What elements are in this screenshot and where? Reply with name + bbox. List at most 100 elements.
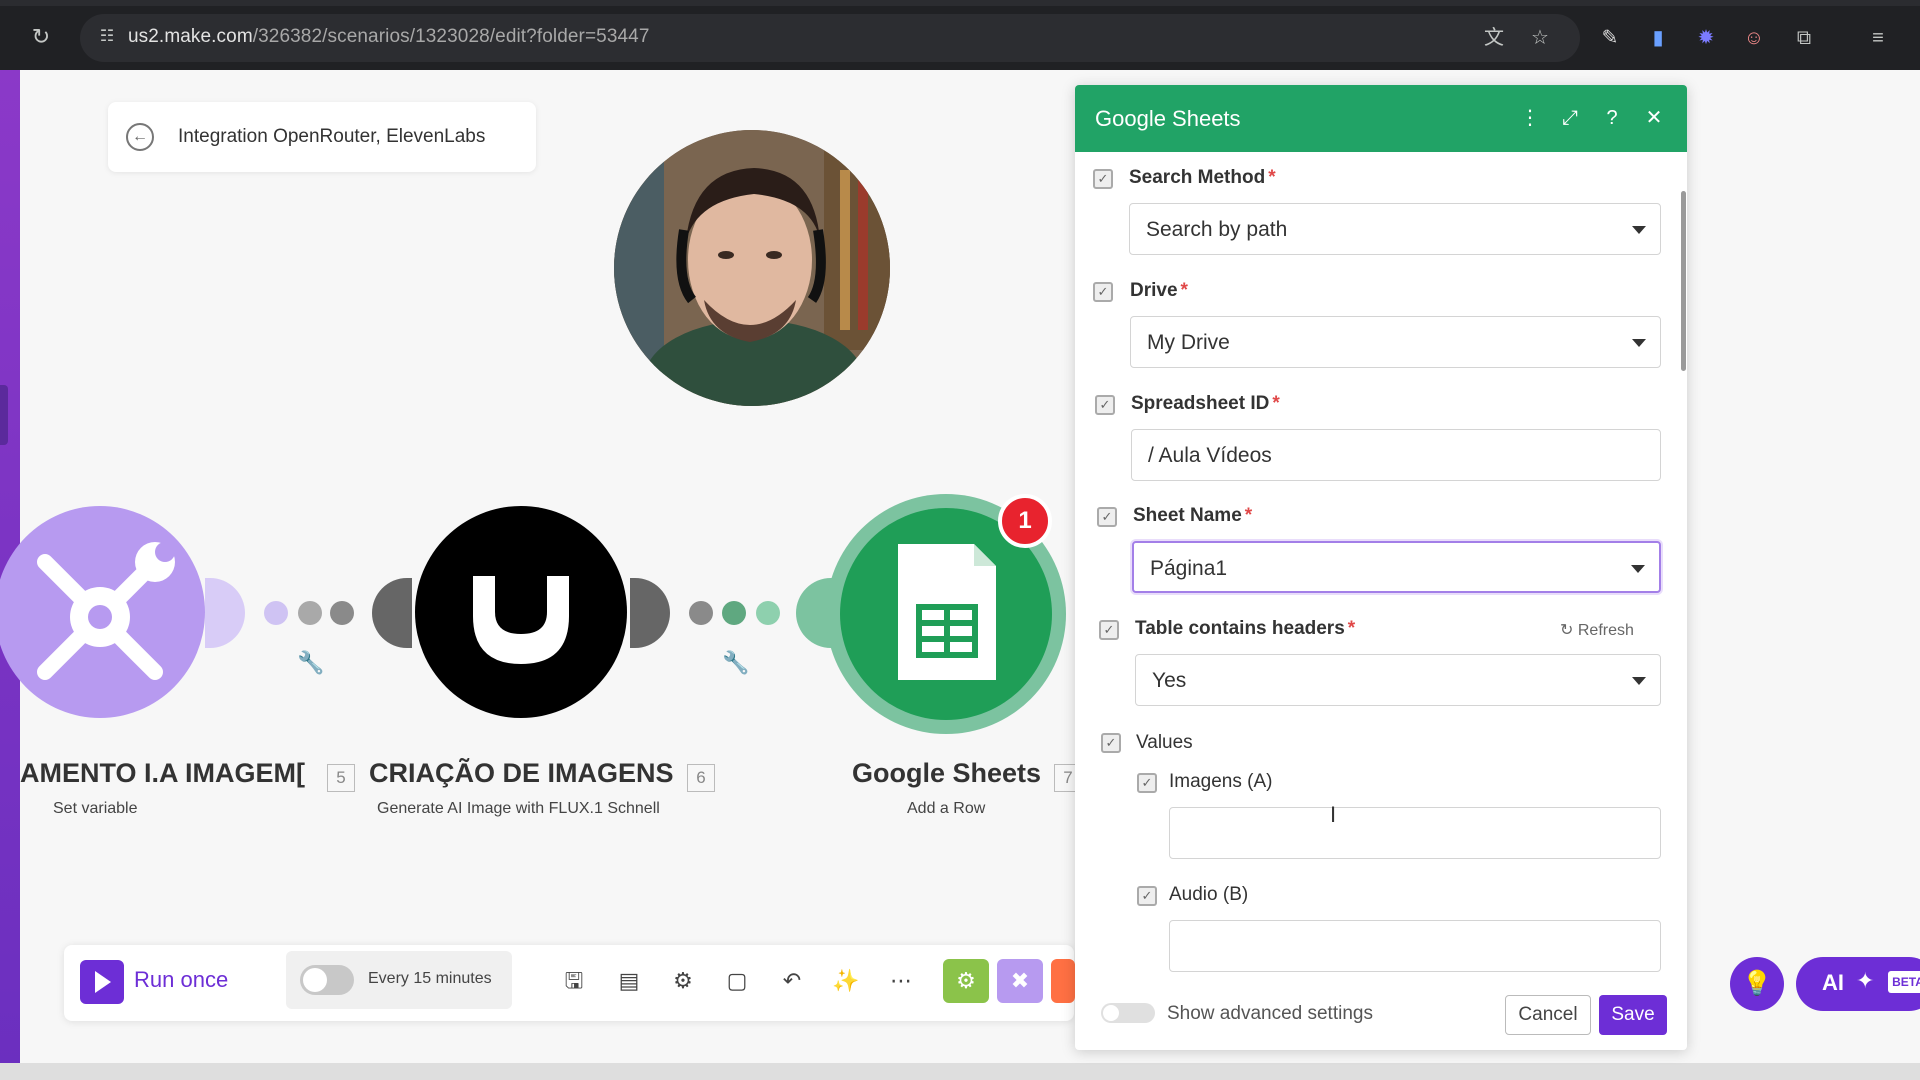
error-count-badge[interactable]: 1 [998,494,1052,548]
flow-control-icon[interactable]: ✖ [997,959,1043,1003]
kebab-menu-icon[interactable]: ⋮ [1515,103,1545,133]
close-icon[interactable]: ✕ [1639,103,1669,133]
back-arrow-icon[interactable]: ← [126,123,154,151]
notes-icon[interactable]: ▢ [720,964,754,998]
spreadsheet-id-value: / Aula Vídeos [1148,444,1272,467]
spreadsheet-id-field[interactable]: / Aula Vídeos [1131,429,1661,481]
taskbar-strip [0,1063,1920,1080]
field-mapping-checkbox[interactable]: ✓ [1137,886,1157,906]
extension-pen-icon[interactable]: ✎ [1596,24,1624,52]
text-cursor-icon: I [1330,802,1337,827]
extensions-puzzle-icon[interactable]: ⧉ [1790,24,1818,52]
field-mapping-checkbox[interactable]: ✓ [1137,773,1157,793]
more-icon[interactable]: ⋯ [884,964,918,998]
advanced-settings-label[interactable]: Show advanced settings [1167,1003,1373,1025]
tab-strip [0,0,1920,6]
field-mapping-checkbox[interactable]: ✓ [1099,620,1119,640]
panel-scrollbar[interactable] [1681,191,1686,371]
expand-icon[interactable]: ⤢ [1555,103,1585,133]
help-icon[interactable]: ? [1597,103,1627,133]
schedule-label[interactable]: Every 15 minutes [368,970,492,988]
ai-image-module[interactable] [415,506,627,718]
extension-avatar-icon[interactable]: ☺ [1740,24,1768,52]
openrouter-logo-icon [473,576,569,664]
webcam-overlay [614,130,890,406]
star-icon[interactable]: ☆ [1526,24,1554,52]
field-mapping-checkbox[interactable]: ✓ [1097,507,1117,527]
cancel-button[interactable]: Cancel [1505,995,1591,1035]
column-a-label: Imagens (A) [1169,771,1273,792]
refresh-button[interactable]: ↻ Refresh [1560,620,1634,640]
tools-module[interactable] [0,506,205,718]
site-info-icon[interactable]: ☷ [96,26,118,48]
field-mapping-checkbox[interactable]: ✓ [1101,733,1121,753]
tools-gear-icon[interactable]: ⚙ [943,959,989,1003]
chevron-down-icon [1632,226,1646,234]
panel-header: Google Sheets ⋮ ⤢ ? ✕ [1075,85,1687,152]
connector-dot [722,601,746,625]
save-icon[interactable]: 🖫 [557,964,591,998]
module-subtitle: Add a Row [907,800,986,817]
wrench-icon[interactable]: 🔧 [722,650,749,676]
text-parser-icon[interactable] [1051,959,1075,1003]
column-b-label: Audio (B) [1169,884,1249,905]
sheet-name-label: Sheet Name * [1133,505,1253,526]
schedule-toggle[interactable] [300,965,354,995]
module-subtitle: Set variable [53,800,138,817]
drive-label: Drive * [1130,280,1188,301]
search-method-value: Search by path [1146,218,1288,241]
auto-align-icon[interactable]: ✨ [829,964,863,998]
drive-select[interactable]: My Drive [1130,316,1661,368]
module-subtitle: Generate AI Image with FLUX.1 Schnell [377,800,660,817]
connector-dot [689,601,713,625]
chevron-down-icon [1632,339,1646,347]
values-label: Values [1136,732,1193,753]
refresh-icon: ↻ [1560,622,1578,639]
search-method-select[interactable]: Search by path [1129,203,1661,255]
sidebar-collapse-handle[interactable] [0,385,8,445]
lightbulb-icon[interactable]: 💡 [1730,957,1784,1011]
module-title[interactable]: Google Sheets [852,758,1041,789]
sheet-name-value: Página1 [1150,557,1228,580]
sparkle-icon: ✦ [1856,968,1875,993]
table-headers-select[interactable]: Yes [1135,654,1661,706]
module-title[interactable]: AMENTO I.A IMAGEM[ [20,758,305,789]
connector-dot [756,601,780,625]
scenario-name[interactable]: Integration OpenRouter, ElevenLabs [178,126,485,148]
connector-dot [330,601,354,625]
column-b-input[interactable] [1169,920,1661,972]
advanced-settings-toggle[interactable] [1101,1003,1155,1023]
settings-icon[interactable]: ⚙ [666,964,700,998]
media-control-icon[interactable]: ≡ [1864,24,1892,52]
presenter-video-frame [614,130,890,406]
translate-icon[interactable]: 文 [1480,24,1508,52]
wrench-icon[interactable]: 🔧 [297,650,324,676]
scenario-breadcrumb: ← Integration OpenRouter, ElevenLabs [108,102,536,172]
module-title[interactable]: CRIAÇÃO DE IMAGENS [369,758,674,789]
run-once-button[interactable] [80,960,124,1004]
url-text[interactable]: us2.make.com/326382/scenarios/1323028/ed… [128,26,650,48]
column-a-input[interactable] [1169,807,1661,859]
extension-gear-icon[interactable]: ✹ [1692,24,1720,52]
save-button[interactable]: Save [1599,995,1667,1035]
chevron-down-icon [1632,677,1646,685]
run-once-label[interactable]: Run once [134,967,228,993]
drive-value: My Drive [1147,331,1230,354]
undo-icon[interactable]: ↶ [775,964,809,998]
connector-dot [264,601,288,625]
field-mapping-checkbox[interactable]: ✓ [1093,169,1113,189]
field-mapping-checkbox[interactable]: ✓ [1095,395,1115,415]
module-settings-panel: Google Sheets ⋮ ⤢ ? ✕ ✓ Search Method * S… [1075,85,1687,1050]
sheet-name-select[interactable]: Página1 [1132,541,1661,593]
scheduling-icon[interactable]: ▤ [612,964,646,998]
ai-label[interactable]: AI [1822,970,1844,996]
field-mapping-checkbox[interactable]: ✓ [1093,282,1113,302]
table-headers-label: Table contains headers * [1135,618,1356,639]
module-number: 5 [327,764,355,792]
panel-title: Google Sheets [1095,106,1241,131]
module-number: 6 [687,764,715,792]
tools-icon [37,542,175,680]
spreadsheet-id-label: Spreadsheet ID * [1131,393,1280,414]
reload-icon[interactable]: ↻ [28,24,54,50]
extension-doc-icon[interactable]: ▮ [1644,24,1672,52]
